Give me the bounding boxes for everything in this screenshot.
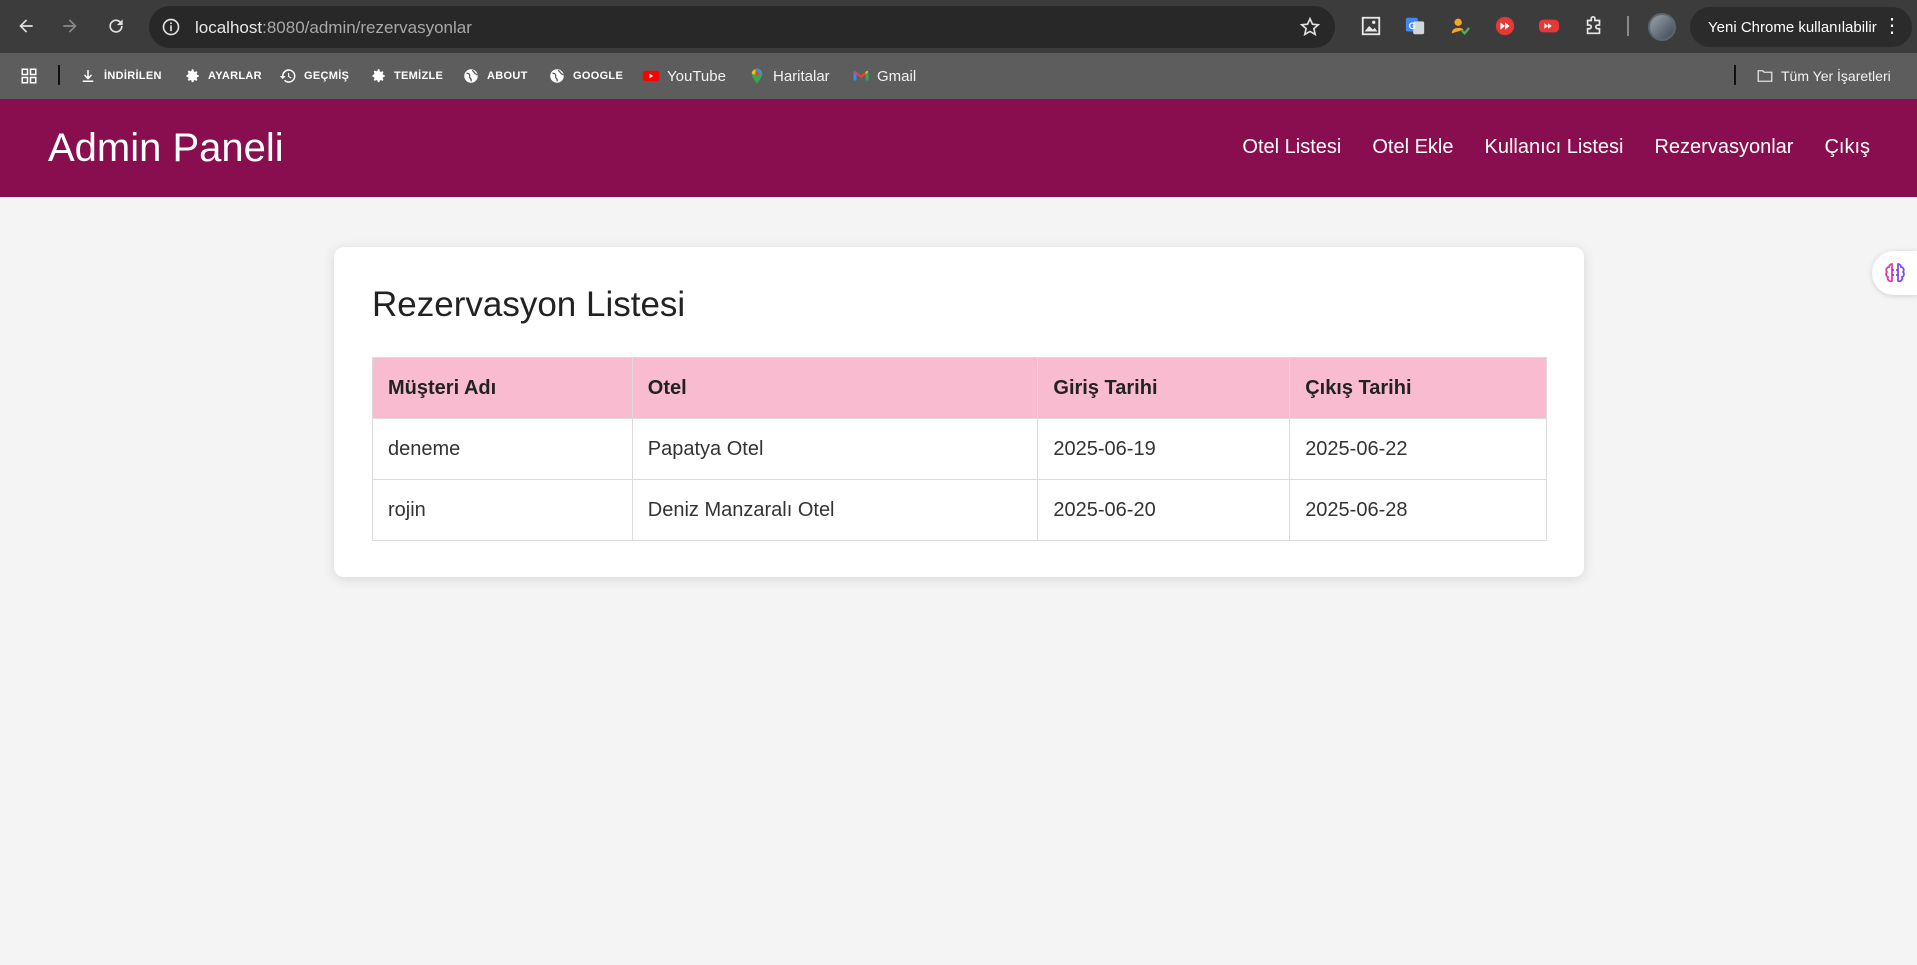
cell-checkin: 2025-06-19 bbox=[1037, 418, 1291, 480]
arrow-left-icon bbox=[19, 19, 33, 33]
admin-header: Admin Paneli Otel Listesi Otel Ekle Kull… bbox=[0, 99, 1917, 197]
bookmark-youtube[interactable]: YouTube bbox=[642, 65, 726, 87]
column-header: Otel bbox=[631, 357, 1039, 419]
star-icon[interactable] bbox=[1299, 16, 1321, 38]
browser-toolbar: localhost:8080/admin/rezervasyonlar G Ye… bbox=[0, 0, 1917, 53]
site-info-icon[interactable] bbox=[161, 17, 181, 37]
reload-button[interactable] bbox=[102, 12, 130, 40]
bookmark-ayarlar[interactable]: AYARLAR bbox=[183, 65, 262, 87]
download-icon bbox=[82, 70, 94, 82]
nav-rezervasyonlar[interactable]: Rezervasyonlar bbox=[1654, 136, 1793, 159]
nav-cikis[interactable]: Çıkış bbox=[1824, 136, 1870, 159]
folder-icon bbox=[1757, 70, 1773, 82]
nav-kullanici-listesi[interactable]: Kullanıcı Listesi bbox=[1485, 136, 1624, 159]
bookmark-label: Haritalar bbox=[773, 67, 830, 85]
bookmarks-divider bbox=[1734, 65, 1736, 85]
bookmark-temizle[interactable]: TEMİZLE bbox=[369, 65, 443, 87]
image-extension-icon[interactable] bbox=[1360, 15, 1382, 37]
gear-icon bbox=[186, 69, 199, 83]
table-header-row: Müşteri Adı Otel Giriş Tarihi Çıkış Tari… bbox=[372, 357, 1547, 419]
toolbar-divider bbox=[1627, 16, 1629, 36]
menu-dots-icon[interactable]: ⋮ bbox=[1882, 16, 1902, 36]
all-bookmarks-folder[interactable]: Tüm Yer İşaretleri bbox=[1756, 65, 1891, 87]
bookmark-about[interactable]: ABOUT bbox=[462, 65, 528, 87]
chrome-update-button[interactable]: Yeni Chrome kullanılabilir ⋮ bbox=[1690, 7, 1912, 47]
url-text: localhost:8080/admin/rezervasyonlar bbox=[195, 18, 472, 37]
table-row: rojin Deniz Manzaralı Otel 2025-06-20 20… bbox=[372, 479, 1547, 541]
bookmark-gmail[interactable]: Gmail bbox=[852, 65, 916, 87]
bookmark-label: YouTube bbox=[667, 67, 726, 85]
globe-icon bbox=[550, 69, 564, 83]
media-extension-icon[interactable] bbox=[1494, 15, 1516, 37]
arrow-right-icon bbox=[63, 19, 77, 33]
gmail-icon bbox=[853, 70, 869, 81]
gear-icon bbox=[372, 69, 385, 83]
svg-text:G: G bbox=[1409, 21, 1416, 31]
bookmark-google[interactable]: GOOGLE bbox=[548, 65, 623, 87]
translate-extension-icon[interactable]: G bbox=[1404, 15, 1426, 37]
column-header: Müşteri Adı bbox=[372, 357, 633, 419]
page-title: Rezervasyon Listesi bbox=[372, 285, 686, 324]
bookmarks-divider bbox=[58, 65, 60, 85]
nav-otel-listesi[interactable]: Otel Listesi bbox=[1242, 136, 1341, 159]
back-button[interactable] bbox=[12, 12, 40, 40]
cell-checkin: 2025-06-20 bbox=[1037, 479, 1291, 541]
bookmark-label: AYARLAR bbox=[208, 70, 262, 82]
cell-customer: deneme bbox=[372, 418, 633, 480]
cell-hotel: Papatya Otel bbox=[631, 418, 1039, 480]
reservation-card: Rezervasyon Listesi Müşteri Adı Otel Gir… bbox=[334, 247, 1584, 577]
bookmark-indirilen[interactable]: İNDİRİLEN bbox=[79, 65, 162, 87]
bookmark-label: ABOUT bbox=[487, 70, 528, 82]
nav-otel-ekle[interactable]: Otel Ekle bbox=[1372, 136, 1453, 159]
extensions-puzzle-icon[interactable] bbox=[1583, 15, 1605, 37]
apps-grid-icon[interactable] bbox=[20, 65, 38, 87]
user-check-extension-icon[interactable] bbox=[1449, 15, 1471, 37]
brand-title: Admin Paneli bbox=[48, 126, 284, 170]
main-nav: Otel Listesi Otel Ekle Kullanıcı Listesi… bbox=[1242, 136, 1870, 159]
bookmarks-bar: İNDİRİLEN AYARLAR GEÇMİŞ TEMİZLE ABOUT G… bbox=[0, 53, 1917, 99]
bookmark-label: GEÇMİŞ bbox=[304, 70, 350, 82]
globe-icon bbox=[464, 69, 478, 83]
cell-hotel: Deniz Manzaralı Otel bbox=[631, 479, 1039, 541]
cell-checkout: 2025-06-28 bbox=[1289, 479, 1547, 541]
brain-icon bbox=[1884, 263, 1905, 283]
reservation-table: Müşteri Adı Otel Giriş Tarihi Çıkış Tari… bbox=[372, 357, 1547, 541]
table-row: deneme Papatya Otel 2025-06-19 2025-06-2… bbox=[372, 418, 1547, 480]
update-label: Yeni Chrome kullanılabilir bbox=[1708, 18, 1877, 36]
youtube-icon bbox=[642, 70, 660, 82]
bookmark-label: GOOGLE bbox=[573, 70, 624, 82]
bookmark-label: Gmail bbox=[877, 67, 917, 85]
column-header: Giriş Tarihi bbox=[1037, 357, 1291, 419]
cell-checkout: 2025-06-22 bbox=[1289, 418, 1547, 480]
bookmark-gecmis[interactable]: GEÇMİŞ bbox=[279, 65, 349, 87]
profile-avatar[interactable] bbox=[1648, 13, 1676, 41]
youtube-extension-icon[interactable] bbox=[1538, 15, 1560, 37]
forward-button[interactable] bbox=[56, 12, 84, 40]
maps-icon bbox=[751, 68, 763, 84]
history-icon bbox=[279, 69, 296, 83]
column-header: Çıkış Tarihi bbox=[1289, 357, 1547, 419]
side-assistant-button[interactable] bbox=[1872, 251, 1917, 295]
cell-customer: rojin bbox=[372, 479, 633, 541]
bookmark-label: TEMİZLE bbox=[394, 70, 444, 82]
bookmark-label: Tüm Yer İşaretleri bbox=[1781, 68, 1891, 84]
reload-icon bbox=[109, 19, 123, 33]
address-bar[interactable]: localhost:8080/admin/rezervasyonlar bbox=[149, 6, 1335, 48]
bookmark-haritalar[interactable]: Haritalar bbox=[748, 65, 830, 87]
bookmark-label: İNDİRİLEN bbox=[104, 70, 162, 82]
